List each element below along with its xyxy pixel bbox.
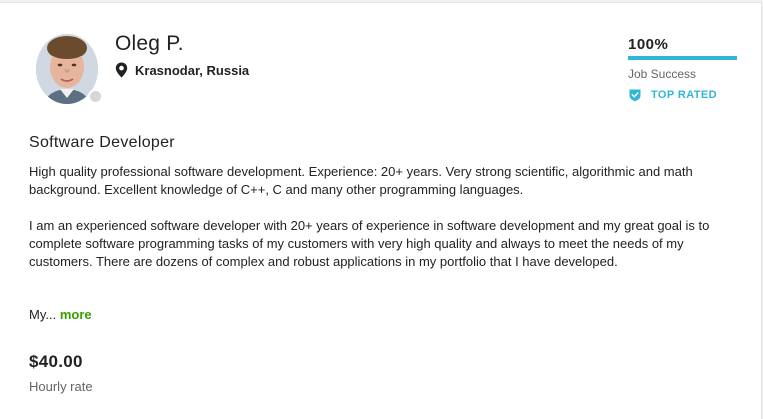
status-indicator (88, 89, 103, 104)
top-rated-badge: TOP RATED (628, 88, 737, 102)
hourly-rate-amount: $40.00 (29, 352, 83, 371)
freelancer-profile-card: Oleg P. Krasnodar, Russia 100% Job Succe… (0, 2, 762, 419)
more-link[interactable]: more (60, 307, 92, 322)
description-paragraph-2: I am an experienced software developer w… (29, 218, 710, 269)
map-pin-icon (115, 62, 128, 78)
description-paragraph-1: High quality professional software devel… (29, 164, 693, 197)
hourly-rate-label: Hourly rate (29, 379, 93, 394)
top-rated-label: TOP RATED (651, 89, 717, 101)
location-text: Krasnodar, Russia (135, 62, 250, 78)
shield-badge-icon (629, 89, 641, 102)
profile-title[interactable]: Software Developer (29, 134, 175, 152)
description-teaser: My... more (29, 307, 92, 322)
job-success-value: 100% (628, 36, 669, 53)
job-success-bar (628, 56, 737, 60)
job-success-label: Job Success (628, 67, 697, 81)
job-success-score: 100% Job Success TOP RATED (628, 36, 737, 102)
location: Krasnodar, Russia (115, 62, 249, 78)
freelancer-name[interactable]: Oleg P. (115, 32, 184, 56)
job-success-bar-fill (628, 56, 737, 60)
teaser-text: My... (29, 307, 57, 322)
